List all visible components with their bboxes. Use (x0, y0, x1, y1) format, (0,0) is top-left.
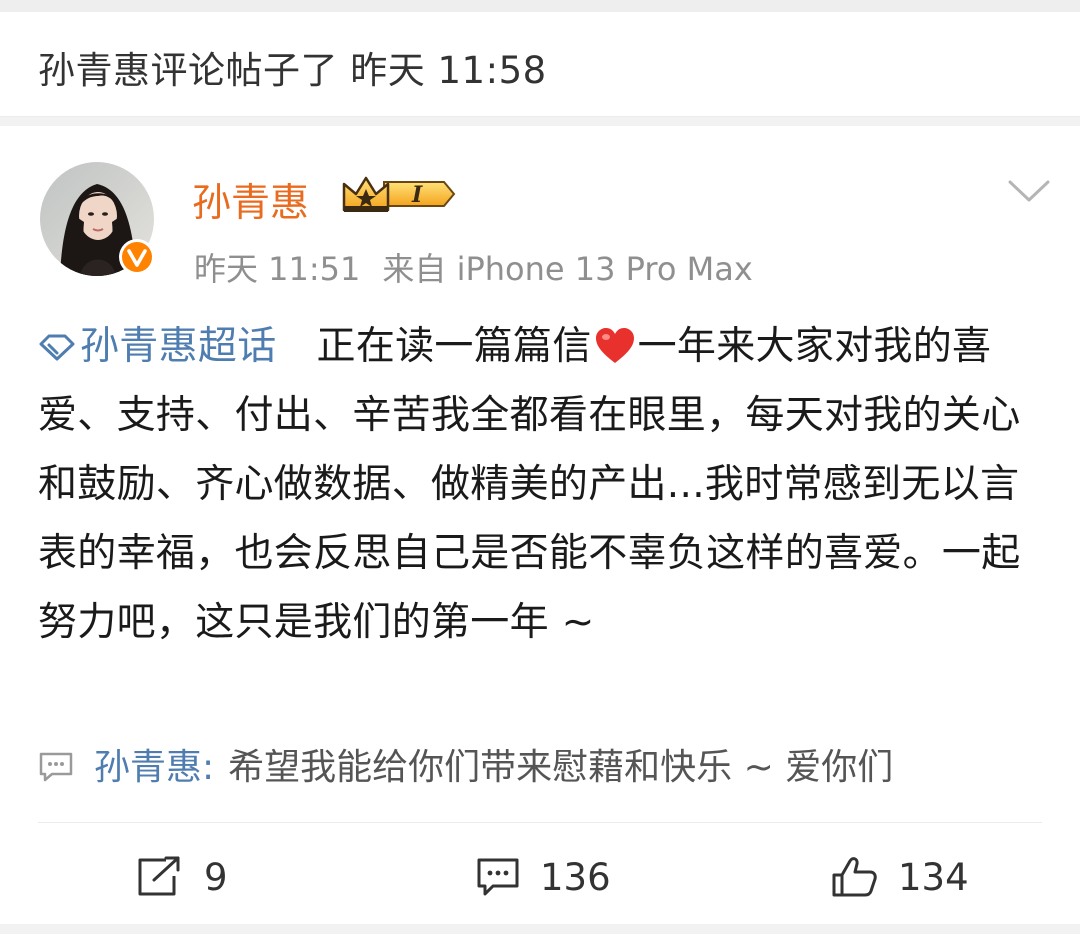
post-card: 孙青惠 I 昨天 11:51 来自 iPhone 13 Pro Max 孙青惠超话… (0, 126, 1080, 924)
repost-count: 9 (204, 855, 228, 899)
badge-level: I (411, 182, 423, 208)
post-text-part1: 正在读一篇篇信 (316, 324, 592, 369)
author-name[interactable]: 孙青惠 (192, 172, 309, 228)
divider (38, 822, 1042, 823)
post-source: 来自 iPhone 13 Pro Max (382, 250, 753, 288)
comment-user[interactable]: 孙青惠 (94, 747, 202, 788)
comment-count: 136 (540, 855, 611, 899)
featured-comment[interactable]: 孙青惠: 希望我能给你们带来慰藉和快乐 ~ 爱你们 (38, 738, 893, 790)
comment-colon: : (202, 747, 215, 788)
repost-button[interactable]: 9 (136, 854, 228, 900)
supertopic-link[interactable]: 孙青惠超话 (38, 324, 277, 369)
supertopic-label: 孙青惠超话 (80, 324, 277, 369)
comment-bubble-icon (39, 752, 73, 782)
post-time: 昨天 11:51 (194, 250, 361, 288)
chevron-down-icon[interactable] (1006, 176, 1052, 206)
top-strip (0, 0, 1080, 12)
post-meta: 昨天 11:51 来自 iPhone 13 Pro Max (194, 244, 753, 290)
repost-icon (138, 856, 180, 896)
like-button[interactable]: 134 (830, 854, 969, 900)
header-title: 孙青惠评论帖子了 昨天 11:58 (38, 49, 547, 92)
crown-badge-icon[interactable]: I (340, 172, 458, 216)
post-body: 孙青惠超话 正在读一篇篇信 一年来大家对我的喜爱、支持、付出、辛苦我全都看在眼里，每… (38, 312, 1048, 657)
supertopic-icon (39, 334, 75, 361)
like-count: 134 (898, 855, 969, 899)
like-icon (832, 857, 877, 897)
comment-icon (477, 858, 519, 896)
comment-text: 希望我能给你们带来慰藉和快乐 ~ 爱你们 (228, 747, 894, 788)
verified-badge-icon (118, 238, 156, 276)
post-text-part2: 一年来大家对我的喜爱、支持、付出、辛苦我全都看在眼里，每天对我的关心和鼓励、齐心… (38, 324, 1021, 645)
comment-button[interactable]: 136 (476, 854, 611, 900)
notification-header: 孙青惠评论帖子了 昨天 11:58 (0, 12, 1080, 117)
heart-emoji-icon (595, 328, 634, 363)
